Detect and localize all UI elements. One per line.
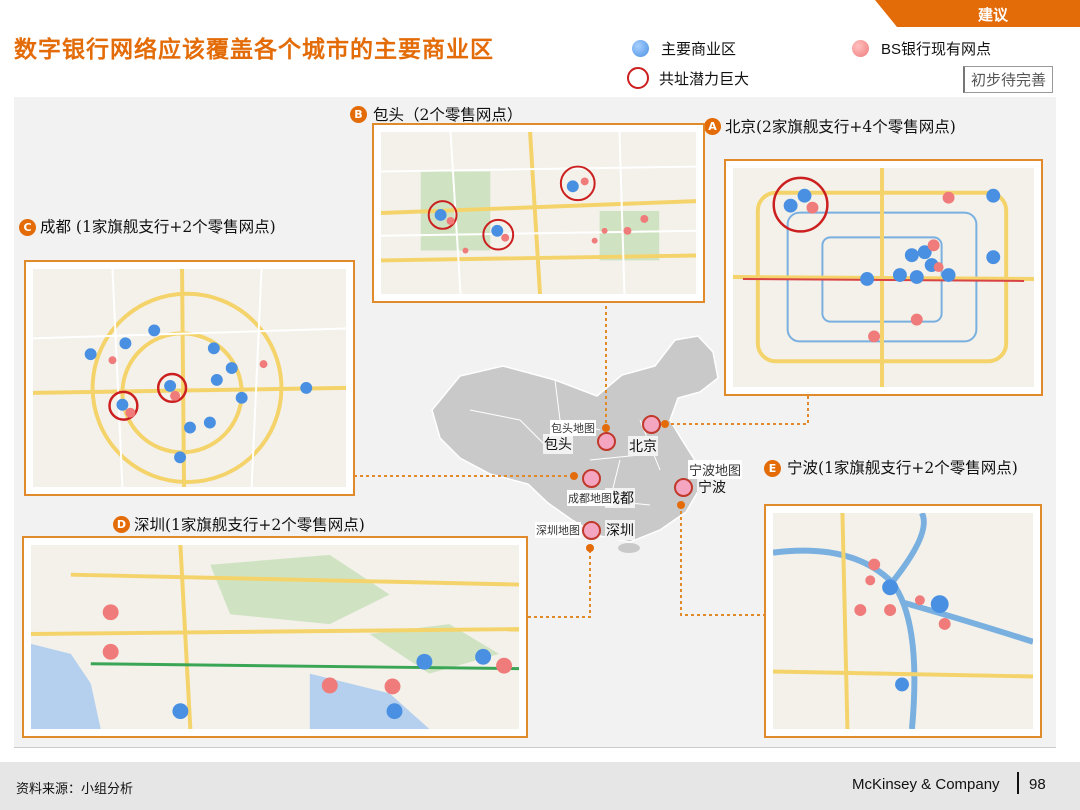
map-frame-beijing bbox=[724, 159, 1043, 396]
china-label-baotou: 包头 bbox=[543, 434, 573, 454]
page-number: 98 bbox=[1029, 776, 1046, 793]
caption-text: 宁波(1家旗舰支行+2个零售网点) bbox=[787, 459, 1018, 477]
street-map-beijing bbox=[732, 168, 1035, 387]
city-marker-shenzhen bbox=[582, 521, 601, 540]
caption-text: 北京(2家旗舰支行+4个零售网点) bbox=[725, 118, 956, 136]
street-map-ningbo bbox=[772, 511, 1034, 730]
badge-d: D bbox=[113, 515, 130, 533]
map-frame-ningbo bbox=[764, 504, 1042, 738]
china-label-beijing: 北京 bbox=[628, 436, 658, 456]
source-note: 资料来源：小组分析 bbox=[16, 782, 134, 797]
caption-beijing: A 北京(2家旗舰支行+4个零售网点) bbox=[704, 115, 956, 137]
caption-shenzhen: D 深圳(1家旗舰支行+2个零售网点) bbox=[113, 513, 365, 535]
caption-chengdu: C 成都 (1家旗舰支行+2个零售网点) bbox=[19, 217, 290, 237]
small-label-baotou: 包头地图 bbox=[550, 420, 596, 436]
caption-text: 深圳(1家旗舰支行+2个零售网点) bbox=[134, 516, 365, 534]
street-map-shenzhen bbox=[30, 544, 520, 730]
city-marker-baotou bbox=[597, 432, 616, 451]
china-label-ningbo: 宁波 bbox=[697, 477, 727, 497]
caption-ningbo: E 宁波(1家旗舰支行+2个零售网点) bbox=[764, 458, 1032, 478]
street-map-chengdu bbox=[32, 268, 347, 488]
small-label-shenzhen: 深圳地图 bbox=[535, 522, 581, 538]
small-label-ningbo: 宁波地图 bbox=[688, 460, 743, 479]
china-label-shenzhen: 深圳 bbox=[605, 520, 635, 540]
badge-a: A bbox=[704, 117, 721, 135]
map-frame-baotou bbox=[372, 123, 705, 303]
badge-e: E bbox=[764, 459, 781, 477]
caption-text: 包头（2个零售网点） bbox=[373, 106, 523, 124]
caption-text: 成都 (1家旗舰支行+2个零售网点) bbox=[40, 218, 276, 236]
badge-c: C bbox=[19, 218, 36, 236]
badge-b: B bbox=[350, 105, 367, 123]
map-frame-chengdu bbox=[24, 260, 355, 496]
city-marker-beijing bbox=[642, 415, 661, 434]
city-marker-chengdu bbox=[582, 469, 601, 488]
street-map-baotou bbox=[380, 131, 697, 295]
small-label-chengdu: 成都地图 bbox=[567, 490, 613, 506]
footer-divider bbox=[1017, 772, 1019, 794]
city-marker-ningbo bbox=[674, 478, 693, 497]
caption-baotou: B 包头（2个零售网点） bbox=[350, 103, 522, 125]
map-frame-shenzhen bbox=[22, 536, 528, 738]
brand-name: McKinsey & Company bbox=[852, 776, 1000, 793]
